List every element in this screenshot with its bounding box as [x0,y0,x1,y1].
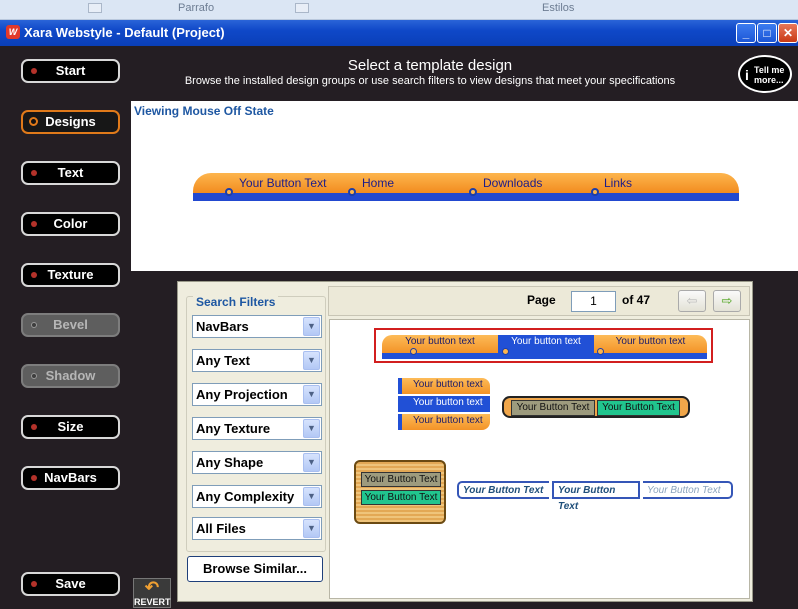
nav-navbars-button[interactable]: NavBars [21,466,120,490]
design-thumbnail[interactable]: Your Button Text Your Button Text [502,396,690,418]
preview-nav-item: Home [362,176,395,190]
filter-files-select[interactable]: All Files ▼ [192,517,322,540]
filter-shape-select[interactable]: Any Shape ▼ [192,451,322,474]
nav-text-button[interactable]: Text [21,161,120,185]
bullet-icon [31,475,37,481]
revert-button[interactable]: ↶ REVERT [133,578,171,608]
tell-me-more-label: Tell me more... [754,65,785,85]
preview-nav-item: Your Button Text [239,176,327,190]
thumb-button: Your Button Text [361,472,441,487]
bullet-icon [502,348,509,355]
nav-bevel-button[interactable]: Bevel [21,313,120,337]
design-thumbnail[interactable]: Your button text Your button text Your b… [398,378,490,434]
tell-me-more-button[interactable]: i Tell me more... [738,55,792,93]
chevron-down-icon[interactable]: ▼ [303,385,320,404]
thumb-button: Your button text [594,335,707,353]
design-thumbnail[interactable]: Your Button Text Your Button Text Your B… [457,481,737,512]
thumb-button: Your button text [398,378,490,394]
preview-navbar: Your Button Text Home Downloads Links [193,173,739,201]
undo-arrow-icon: ↶ [144,578,160,597]
filter-category-select[interactable]: NavBars ▼ [192,315,322,338]
page-label: Page [527,293,556,307]
next-page-button[interactable]: ⇨ [713,290,741,312]
design-preview-panel: Viewing Mouse Off State Your Button Text… [131,101,798,271]
bullet-icon [31,272,37,278]
page-count-label: of 47 [622,293,651,307]
bullet-icon [31,221,37,227]
filter-text-select[interactable]: Any Text ▼ [192,349,322,372]
window-titlebar[interactable]: W Xara Webstyle - Default (Project) _ □ … [0,20,798,46]
nav-designs-button[interactable]: Designs [21,110,120,134]
page-title: Select a template design [347,57,513,74]
minimize-button[interactable]: _ [736,23,756,43]
pagination-bar: Page 1 of 47 ⇦ ⇨ [328,286,750,316]
thumb-button: Your button text [398,396,490,412]
search-filters-title: Search Filters [193,295,279,309]
bullet-icon [31,170,37,176]
prev-page-button[interactable]: ⇦ [678,290,706,312]
background-cell: Estilos [542,2,575,14]
nav-start-button[interactable]: Start [21,59,120,83]
design-browser: Search Filters NavBars ▼ Any Text ▼ Any … [177,281,753,602]
xara-logo-icon: W [6,25,20,39]
maximize-button[interactable]: □ [757,23,777,43]
thumb-button: Your Button Text [552,481,640,512]
bullet-icon [591,188,599,196]
chevron-down-icon[interactable]: ▼ [303,453,320,472]
page-subtitle: Browse the installed design groups or us… [184,75,676,87]
design-gallery[interactable]: Your button text Your button text Your b… [329,319,750,599]
dropdown-icon [88,3,102,13]
bullet-icon [469,188,477,196]
info-icon: i [745,67,749,83]
preview-nav-item: Downloads [483,176,543,190]
bullet-icon [29,117,38,126]
bullet-icon [31,373,37,379]
chevron-down-icon[interactable]: ▼ [303,419,320,438]
chevron-down-icon[interactable]: ▼ [303,487,320,506]
nav-shadow-button[interactable]: Shadow [21,364,120,388]
background-app-strip: Parrafo Estilos [0,0,798,20]
thumb-button: Your button text [498,335,594,353]
bullet-icon [410,348,417,355]
nav-save-button[interactable]: Save [21,572,120,596]
chevron-down-icon[interactable]: ▼ [303,519,320,538]
bullet-icon [31,581,37,587]
page-number-input[interactable]: 1 [571,291,616,312]
dropdown-icon [295,3,309,13]
preview-nav-item: Links [604,176,633,190]
bullet-icon [31,68,37,74]
preview-state-label: Viewing Mouse Off State [134,104,274,118]
chevron-down-icon[interactable]: ▼ [303,317,320,336]
nav-color-button[interactable]: Color [21,212,120,236]
bullet-icon [31,322,37,328]
thumb-button: Your Button Text [597,400,680,416]
chevron-down-icon[interactable]: ▼ [303,351,320,370]
close-button[interactable]: ✕ [778,23,798,43]
thumb-button: Your Button Text [361,490,441,505]
thumb-button: Your button text [398,414,490,430]
thumb-button: Your button text [382,335,498,353]
filter-projection-select[interactable]: Any Projection ▼ [192,383,322,406]
bullet-icon [31,424,37,430]
nav-size-button[interactable]: Size [21,415,120,439]
thumb-button: Your Button Text [511,400,595,416]
bullet-icon [597,348,604,355]
nav-texture-button[interactable]: Texture [21,263,120,287]
filter-complexity-select[interactable]: Any Complexity ▼ [192,485,322,508]
design-thumbnail[interactable]: Your Button Text Your Button Text [354,460,446,524]
bullet-icon [348,188,356,196]
background-cell: Parrafo [178,2,215,14]
bullet-icon [225,188,233,196]
filter-texture-select[interactable]: Any Texture ▼ [192,417,322,440]
thumb-button: Your Button Text [643,481,733,499]
browse-similar-button[interactable]: Browse Similar... [187,556,323,582]
design-thumbnail-selected[interactable]: Your button text Your button text Your b… [374,328,713,363]
thumb-button: Your Button Text [457,481,549,499]
window-title: Xara Webstyle - Default (Project) [24,25,225,40]
